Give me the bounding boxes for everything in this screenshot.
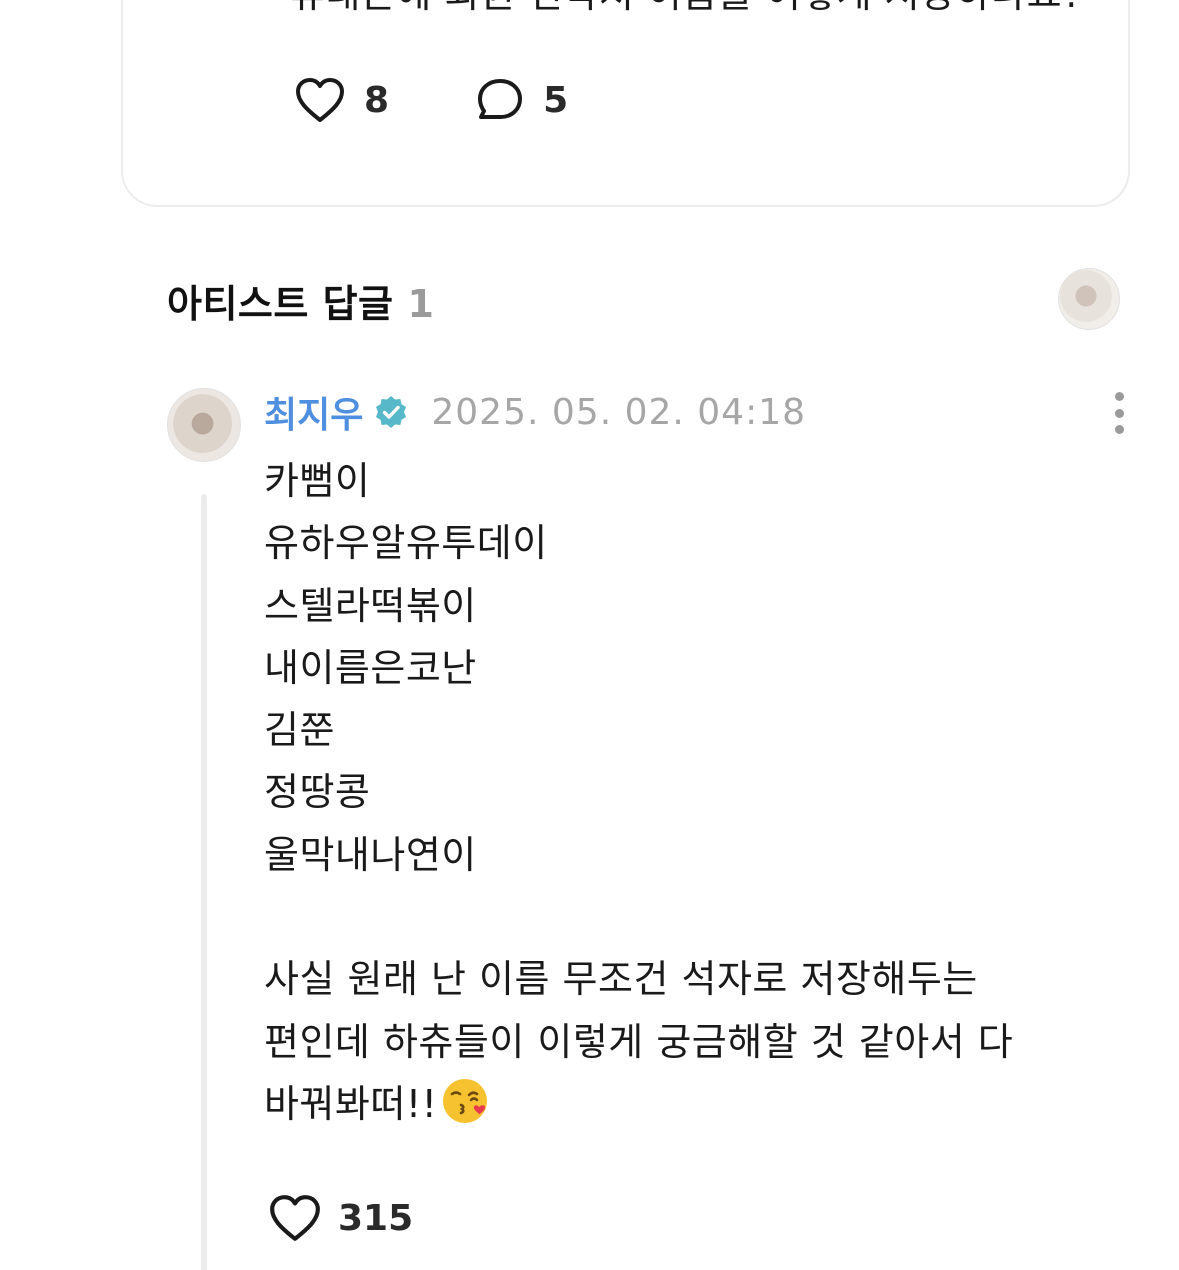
- post-actions: 8 5: [294, 76, 568, 124]
- comment-timestamp: 2025. 05. 02. 04:18: [431, 391, 807, 433]
- section-title: 아티스트 답글: [167, 282, 394, 326]
- artist-avatar[interactable]: [1058, 268, 1120, 330]
- comment-meta: 최지우 2025. 05. 02. 04:18: [264, 386, 807, 438]
- section-count: 1: [407, 282, 434, 326]
- post-comment-count: 5: [543, 79, 569, 121]
- verified-badge-icon: [376, 396, 407, 428]
- comment-actions: 315: [268, 1193, 413, 1243]
- comment-like-button[interactable]: 315: [268, 1193, 413, 1243]
- comment-line: 스텔라떡볶이: [264, 583, 477, 628]
- comment-line: 울막내나연이: [264, 832, 477, 877]
- comment-body: 카뻠이 유하우알유투데이 스텔라떡볶이 내이름은코난 김쭌 정땅콩 울막내나연이…: [264, 450, 1144, 1135]
- comment-line: 사실 원래 난 이름 무조건 석자로 저장해두는: [264, 957, 978, 1002]
- post-question: 휴대폰에 회원 연락처 이름을 어떻게 저장하나요?: [290, 0, 1083, 20]
- post-like-count: 8: [364, 79, 390, 121]
- more-vertical-icon[interactable]: [1104, 392, 1134, 434]
- post-like-button[interactable]: 8: [294, 76, 389, 124]
- comment-last-line: 바꿔봐떠!!: [264, 1073, 1144, 1135]
- comment-line: 정땅콩: [264, 770, 371, 815]
- post-card[interactable]: 휴대폰에 회원 연락처 이름을 어떻게 저장하나요? 8 5: [121, 0, 1130, 207]
- artist-replies-header: 아티스트 답글 1: [167, 273, 434, 328]
- comment-line: 김쭌: [264, 708, 335, 753]
- heart-outline-icon: [270, 1195, 320, 1241]
- comment-line: 편인데 하츄들이 이렇게 궁금해할 것 같아서 다: [264, 1019, 1014, 1064]
- thread-line: [201, 494, 207, 1270]
- comment-blank-line: [264, 886, 1144, 948]
- comment-line: 카뻠이: [264, 459, 371, 503]
- comment-author-name[interactable]: 최지우: [264, 386, 363, 438]
- comment-line: 바꿔봐떠!!: [264, 1081, 438, 1126]
- kiss-heart-emoji-icon: [443, 1078, 488, 1123]
- comment-line: 유하우알유투데이: [264, 521, 548, 566]
- post-comment-button[interactable]: 5: [475, 76, 568, 124]
- comment-author-avatar[interactable]: [167, 388, 241, 462]
- comment-bubble-icon: [478, 79, 523, 119]
- heart-outline-icon: [296, 78, 344, 122]
- comment-line: 내이름은코난: [264, 645, 477, 690]
- comment-like-count: 315: [338, 1197, 414, 1239]
